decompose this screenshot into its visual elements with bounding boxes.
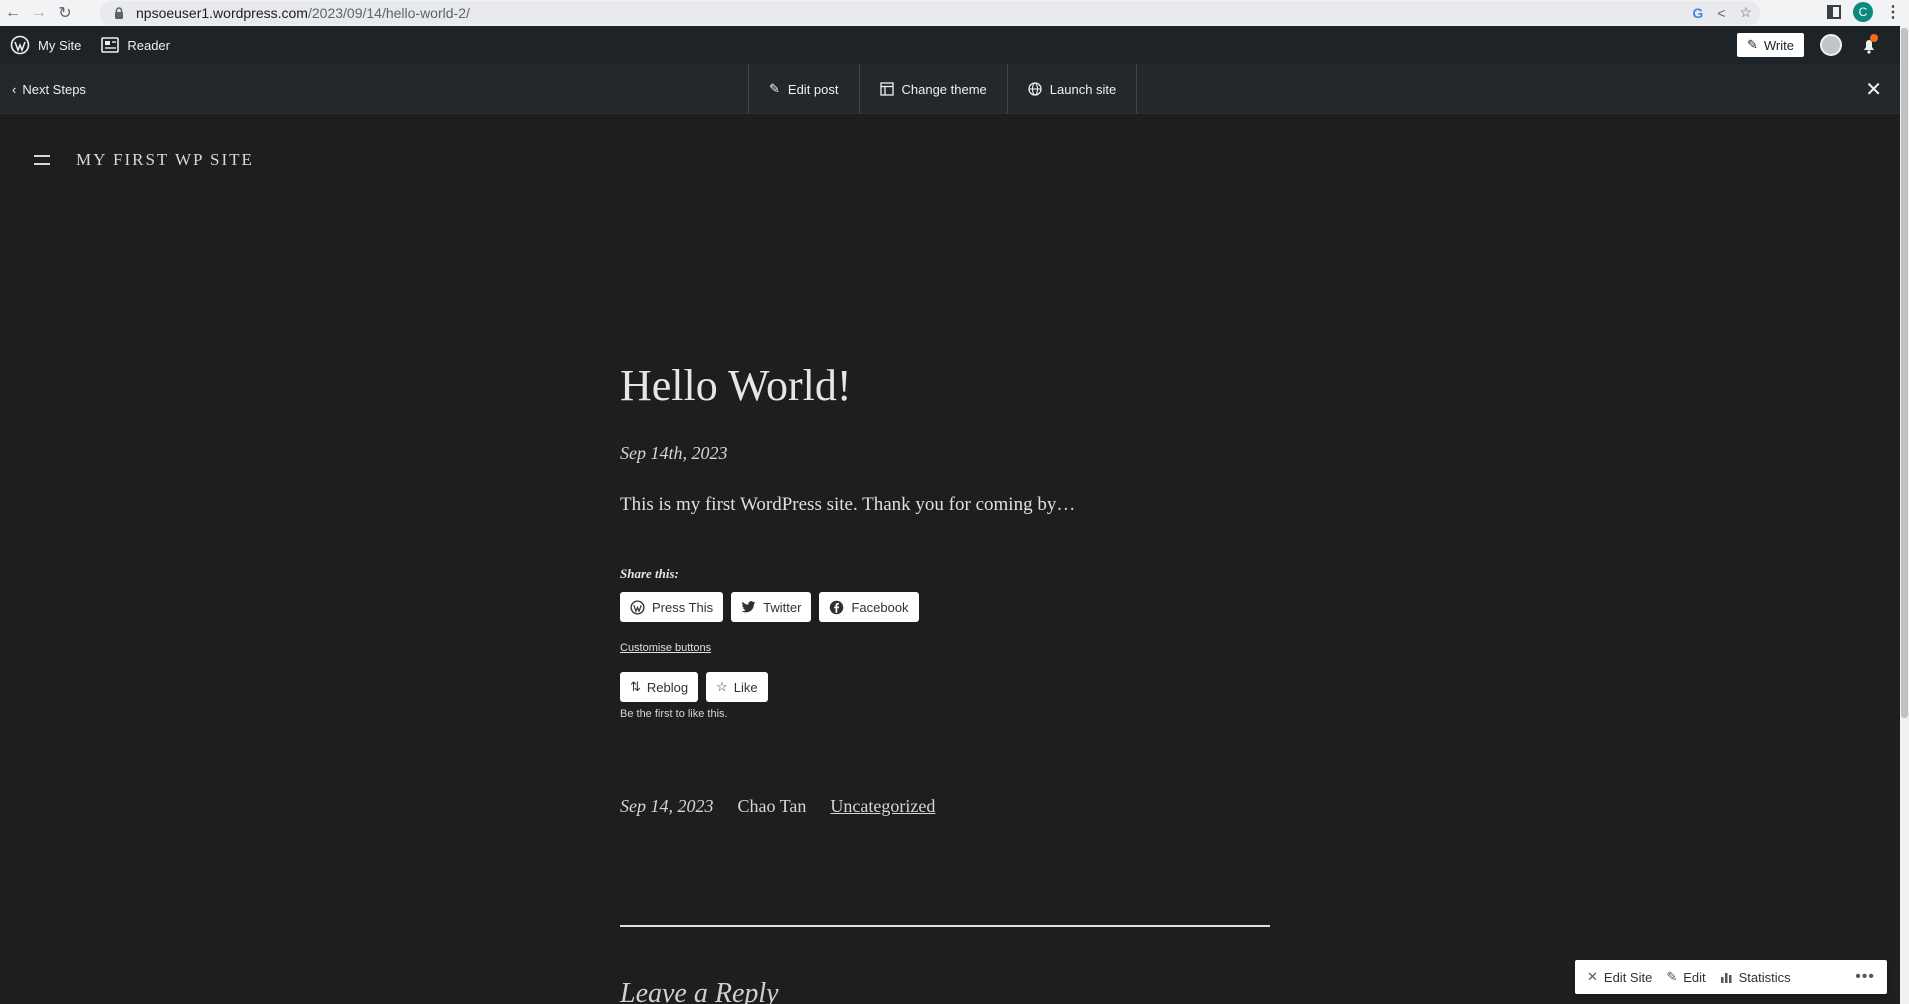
layout-icon (879, 82, 894, 96)
twitter-icon (741, 600, 756, 612)
post-article: Hello World! Sep 14th, 2023 This is my f… (620, 360, 1270, 817)
side-panel-icon[interactable] (1827, 5, 1841, 19)
category-link[interactable]: Uncategorized (830, 796, 935, 817)
close-icon[interactable]: ✕ (1865, 64, 1882, 114)
post-meta: Sep 14, 2023 Chao Tan Uncategorized (620, 796, 1270, 817)
write-label: Write (1763, 37, 1794, 53)
page-scrollbar[interactable] (1900, 26, 1909, 1004)
wordpress-icon (630, 599, 645, 615)
statistics-label: Statistics (1738, 969, 1791, 985)
next-steps-label: Next Steps (22, 81, 86, 97)
edit-post-button[interactable]: ✎ Edit post (748, 64, 859, 114)
google-icon[interactable]: G (1692, 5, 1703, 21)
edit-site-label: Edit Site (1603, 969, 1653, 985)
facebook-label: Facebook (851, 599, 909, 615)
url-text: npsoeuser1.wordpress.com/2023/09/14/hell… (136, 5, 470, 21)
reblog-label: Reblog (646, 679, 689, 695)
browser-toolbar: ← → ↻ npsoeuser1.wordpress.com/2023/09/1… (0, 0, 1909, 26)
floating-admin-toolbar: ✕ Edit Site ✎ Edit Statistics ••• (1575, 960, 1887, 994)
bar-chart-icon (1720, 972, 1732, 983)
post-body: This is my first WordPress site. Thank y… (620, 494, 1076, 515)
profile-avatar[interactable]: C (1853, 2, 1873, 22)
my-site-label: My Site (38, 37, 82, 53)
edit-button[interactable]: ✎ Edit (1666, 969, 1705, 985)
url-host: npsoeuser1.wordpress.com (136, 5, 308, 21)
meta-date: Sep 14, 2023 (620, 796, 714, 816)
next-steps-bar: ‹ Next Steps ✎ Edit post Change theme La… (0, 64, 1900, 114)
change-theme-label: Change theme (901, 81, 987, 97)
like-buttons: ⇅ Reblog ☆ Like (620, 672, 1270, 702)
site-header: MY FIRST WP SITE (34, 150, 254, 170)
leave-reply-heading: Leave a Reply (620, 978, 779, 1004)
chrome-menu-icon[interactable]: ⋮ (1885, 2, 1901, 22)
reader-icon (101, 37, 120, 53)
wordpress-logo-icon (10, 35, 30, 55)
change-theme-button[interactable]: Change theme (858, 64, 1007, 114)
pencil-icon: ✎ (769, 81, 780, 96)
pen-icon: ✎ (1746, 37, 1758, 52)
address-bar[interactable]: npsoeuser1.wordpress.com/2023/09/14/hell… (100, 1, 1760, 25)
more-options-icon[interactable]: ••• (1855, 968, 1875, 986)
my-site-link[interactable]: My Site (0, 26, 91, 64)
next-steps-link[interactable]: ‹ Next Steps (12, 64, 86, 114)
press-this-button[interactable]: Press This (620, 592, 724, 622)
bookmark-star-icon[interactable]: ☆ (1739, 4, 1752, 21)
reblog-button[interactable]: ⇅ Reblog (620, 672, 699, 702)
like-button[interactable]: ☆ Like (706, 672, 768, 702)
facebook-share-button[interactable]: Facebook (819, 592, 919, 622)
notifications-button[interactable] (1858, 34, 1880, 56)
notification-dot (1870, 34, 1878, 42)
share-label: Share this: (620, 566, 679, 581)
user-avatar[interactable] (1820, 34, 1842, 56)
reload-icon[interactable]: ↻ (52, 0, 78, 26)
author-name[interactable]: Chao Tan (738, 796, 807, 817)
reblog-icon: ⇅ (630, 679, 641, 694)
customise-buttons-link[interactable]: Customise buttons (620, 642, 711, 654)
post-title: Hello World! (620, 361, 852, 410)
lock-icon (115, 7, 123, 19)
chevron-left-icon: ‹ (12, 81, 17, 97)
edit-label: Edit (1683, 969, 1706, 985)
edit-site-button[interactable]: ✕ Edit Site (1587, 969, 1652, 985)
divider (620, 925, 1270, 927)
facebook-icon (830, 600, 844, 614)
twitter-share-button[interactable]: Twitter (731, 592, 812, 622)
edit-post-label: Edit post (787, 81, 839, 97)
reader-label: Reader (127, 37, 170, 53)
hamburger-menu-icon[interactable] (34, 155, 50, 165)
wp-admin-bar: My Site Reader ✎ Write (0, 26, 1900, 64)
forward-arrow-icon[interactable]: → (26, 0, 52, 26)
launch-site-label: Launch site (1049, 81, 1117, 97)
twitter-label: Twitter (763, 599, 802, 615)
like-label: Like (733, 679, 758, 695)
tools-icon: ✕ (1587, 969, 1598, 984)
reader-link[interactable]: Reader (91, 26, 180, 64)
press-this-label: Press This (652, 599, 714, 615)
url-path: /2023/09/14/hello-world-2/ (307, 5, 470, 21)
launch-site-button[interactable]: Launch site (1006, 64, 1138, 114)
globe-icon (1028, 82, 1042, 96)
share-icon[interactable]: < (1717, 5, 1725, 21)
back-arrow-icon[interactable]: ← (0, 0, 26, 26)
statistics-button[interactable]: Statistics (1720, 970, 1791, 985)
pencil-icon: ✎ (1666, 969, 1678, 984)
star-icon: ☆ (716, 679, 728, 694)
post-date: Sep 14th, 2023 (620, 443, 728, 463)
site-title[interactable]: MY FIRST WP SITE (76, 150, 254, 170)
first-like-text: Be the first to like this. (620, 708, 728, 720)
share-buttons: Press This Twitter Facebook (620, 592, 1270, 622)
scrollbar-thumb[interactable] (1901, 28, 1908, 718)
write-button[interactable]: ✎ Write (1736, 33, 1804, 57)
